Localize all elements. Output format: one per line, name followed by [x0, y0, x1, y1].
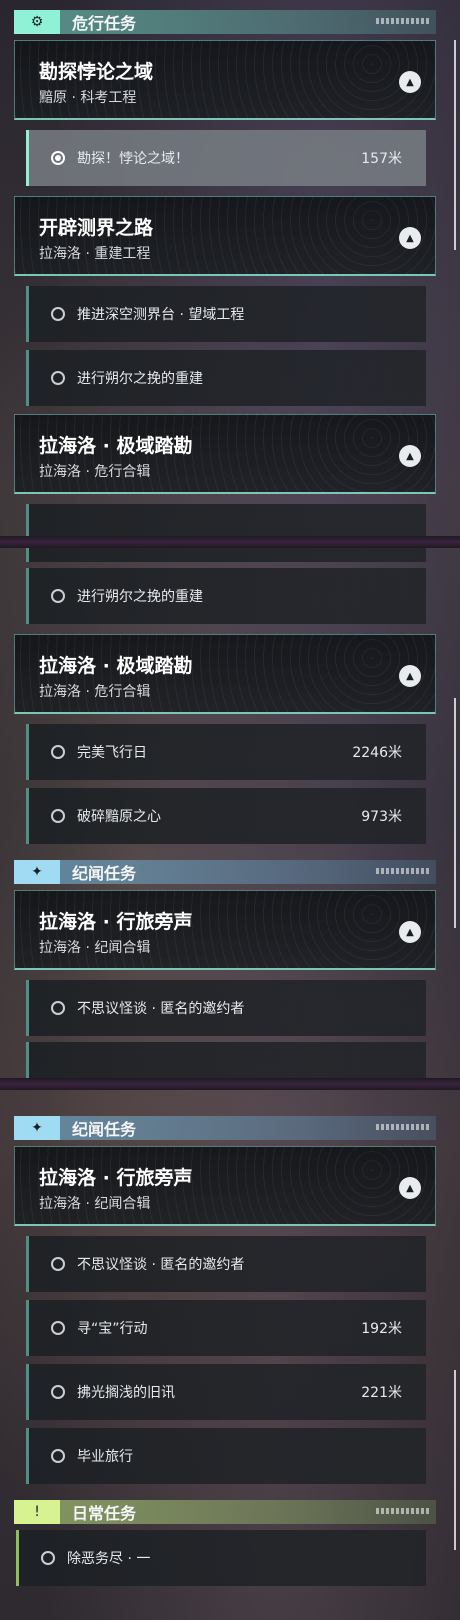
- group-name: 拉海洛 · 极域踏勘: [39, 435, 193, 457]
- quest-panel-3: ✦ 纪闻任务 拉海洛 · 行旅旁声 拉海洛 · 纪闻合辑 ▲ 不思议怪谈 · 匿…: [0, 1090, 460, 1620]
- quest-panel-1: ⚙ 危行任务 勘探悖论之域 黯原 · 科考工程 ▲ 勘探！悖论之域！ 157米 …: [0, 0, 460, 536]
- group-name: 拉海洛 · 行旅旁声: [39, 1167, 193, 1189]
- task-name: 推进深空测界台 · 望域工程: [77, 307, 245, 323]
- collapse-chevron-icon[interactable]: ▲: [399, 445, 421, 467]
- task-name: 不思议怪谈 · 匿名的邀约者: [77, 1257, 245, 1273]
- task-name: 破碎黯原之心: [77, 809, 161, 825]
- radio-icon: [51, 1321, 65, 1335]
- decorative-tag: [376, 1508, 430, 1514]
- task-item[interactable]: 不思议怪谈 · 匿名的邀约者: [26, 1236, 426, 1292]
- task-name: 拂光搁浅的旧讯: [77, 1385, 175, 1401]
- task-item-partial[interactable]: [26, 1042, 426, 1078]
- group-subtitle: 拉海洛 · 危行合辑: [39, 684, 151, 700]
- radio-icon: [51, 1385, 65, 1399]
- task-item[interactable]: 进行朔尔之挽的重建: [26, 568, 426, 624]
- task-distance: 221米: [361, 1385, 402, 1401]
- group-name: 拉海洛 · 行旅旁声: [39, 911, 193, 933]
- group-subtitle: 拉海洛 · 危行合辑: [39, 464, 151, 480]
- radio-icon: [41, 1551, 55, 1565]
- task-item[interactable]: 破碎黯原之心 973米: [26, 788, 426, 844]
- sparkle-badge-icon: ✦: [14, 1116, 60, 1140]
- radio-icon: [51, 1001, 65, 1015]
- task-distance: 2246米: [352, 745, 402, 761]
- task-item[interactable]: 不思议怪谈 · 匿名的邀约者: [26, 980, 426, 1036]
- task-item[interactable]: 推进深空测界台 · 望域工程: [26, 286, 426, 342]
- group-name: 勘探悖论之域: [39, 61, 154, 83]
- group-subtitle: 拉海洛 · 纪闻合辑: [39, 940, 151, 956]
- category-header-danger[interactable]: ⚙ 危行任务: [14, 10, 436, 34]
- quest-group[interactable]: 拉海洛 · 行旅旁声 拉海洛 · 纪闻合辑 ▲: [14, 890, 436, 970]
- task-item-partial[interactable]: [26, 548, 426, 562]
- collapse-chevron-icon[interactable]: ▲: [399, 227, 421, 249]
- radio-icon: [51, 371, 65, 385]
- group-name: 开辟测界之路: [39, 217, 154, 239]
- task-distance: 157米: [361, 151, 402, 167]
- task-name: 进行朔尔之挽的重建: [77, 589, 203, 605]
- gear-badge-icon: ⚙: [14, 10, 60, 34]
- collapse-chevron-icon[interactable]: ▲: [399, 1177, 421, 1199]
- radio-icon: [51, 809, 65, 823]
- task-item[interactable]: 完美飞行日 2246米: [26, 724, 426, 780]
- collapse-chevron-icon[interactable]: ▲: [399, 71, 421, 93]
- panel-divider: [0, 1078, 460, 1090]
- decorative-tag: [376, 18, 430, 24]
- group-subtitle: 黯原 · 科考工程: [39, 90, 137, 106]
- decorative-tag: [376, 868, 430, 874]
- quest-group[interactable]: 拉海洛 · 极域踏勘 拉海洛 · 危行合辑 ▲: [14, 414, 436, 494]
- decorative-tag: [376, 1124, 430, 1130]
- panel-divider: [0, 536, 460, 548]
- category-header-daily[interactable]: ! 日常任务: [14, 1500, 436, 1524]
- group-subtitle: 拉海洛 · 纪闻合辑: [39, 1196, 151, 1212]
- task-name: 寻“宝”行动: [77, 1321, 148, 1337]
- task-item[interactable]: 除恶务尽 · 一: [16, 1530, 426, 1586]
- radio-icon: [51, 745, 65, 759]
- task-name: 除恶务尽 · 一: [67, 1551, 151, 1567]
- task-name: 完美飞行日: [77, 745, 147, 761]
- collapse-chevron-icon[interactable]: ▲: [399, 921, 421, 943]
- task-item[interactable]: 进行朔尔之挽的重建: [26, 350, 426, 406]
- quest-group[interactable]: 勘探悖论之域 黯原 · 科考工程 ▲: [14, 40, 436, 120]
- task-item[interactable]: 毕业旅行: [26, 1428, 426, 1484]
- task-name: 不思议怪谈 · 匿名的邀约者: [77, 1001, 245, 1017]
- quest-panel-2: 进行朔尔之挽的重建 拉海洛 · 极域踏勘 拉海洛 · 危行合辑 ▲ 完美飞行日 …: [0, 548, 460, 1078]
- task-distance: 192米: [361, 1321, 402, 1337]
- group-subtitle: 拉海洛 · 重建工程: [39, 246, 151, 262]
- quest-group[interactable]: 开辟测界之路 拉海洛 · 重建工程 ▲: [14, 196, 436, 276]
- radio-icon: [51, 307, 65, 321]
- radio-icon: [51, 1449, 65, 1463]
- scrollbar[interactable]: [454, 698, 456, 928]
- task-name: 勘探！悖论之域！: [77, 151, 189, 167]
- group-name: 拉海洛 · 极域踏勘: [39, 655, 193, 677]
- category-header-lore[interactable]: ✦ 纪闻任务: [14, 1116, 436, 1140]
- scrollbar[interactable]: [454, 40, 456, 250]
- radio-icon: [51, 589, 65, 603]
- task-name: 进行朔尔之挽的重建: [77, 371, 203, 387]
- alert-badge-icon: !: [14, 1500, 60, 1524]
- task-item[interactable]: 拂光搁浅的旧讯 221米: [26, 1364, 426, 1420]
- task-item[interactable]: 勘探！悖论之域！ 157米: [26, 130, 426, 186]
- collapse-chevron-icon[interactable]: ▲: [399, 665, 421, 687]
- scrollbar[interactable]: [454, 1370, 456, 1550]
- category-header-lore[interactable]: ✦ 纪闻任务: [14, 860, 436, 884]
- quest-group[interactable]: 拉海洛 · 行旅旁声 拉海洛 · 纪闻合辑 ▲: [14, 1146, 436, 1226]
- task-distance: 973米: [361, 809, 402, 825]
- quest-group[interactable]: 拉海洛 · 极域踏勘 拉海洛 · 危行合辑 ▲: [14, 634, 436, 714]
- task-name: 毕业旅行: [77, 1449, 133, 1465]
- task-item[interactable]: 寻“宝”行动 192米: [26, 1300, 426, 1356]
- radio-selected-icon: [51, 151, 65, 165]
- radio-icon: [51, 1257, 65, 1271]
- sparkle-badge-icon: ✦: [14, 860, 60, 884]
- task-item-partial[interactable]: [26, 504, 426, 536]
